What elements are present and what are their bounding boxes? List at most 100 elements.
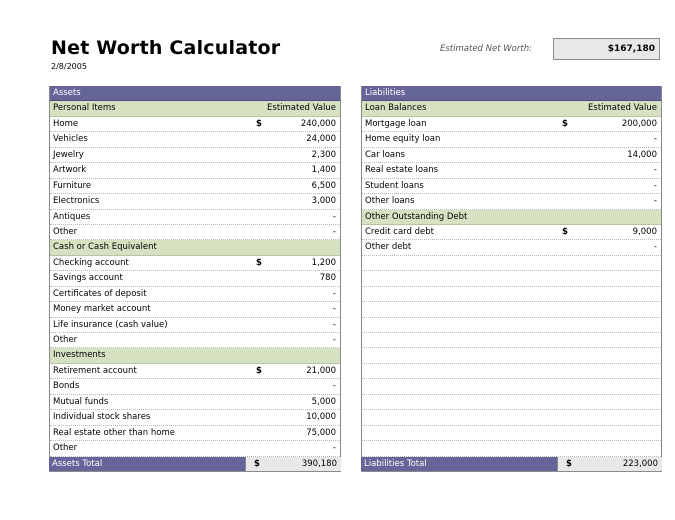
row-label: Money market account <box>53 304 151 315</box>
row-label: Real estate loans <box>365 165 439 176</box>
row-label: Electronics <box>53 196 100 207</box>
liabilities-header-title: Liabilities <box>365 88 406 98</box>
dollar-sign: $ <box>562 226 568 237</box>
row-label: Home equity loan <box>365 134 441 145</box>
value-cell[interactable]: - <box>654 194 657 208</box>
empty-row[interactable] <box>362 333 661 349</box>
value-cell[interactable]: - <box>333 333 336 347</box>
liabilities-total-cell[interactable]: $ 223,000 <box>557 457 662 472</box>
dollar-sign: $ <box>256 257 262 268</box>
value-cell[interactable]: - <box>333 210 336 224</box>
row-label: Bonds <box>53 381 80 392</box>
net-worth-value[interactable]: $167,180 <box>553 38 660 60</box>
assets-total-dollar: $ <box>254 459 260 469</box>
table-row: Certificates of deposit - <box>50 287 340 303</box>
assets-total-row: Assets Total $ 390,180 <box>49 457 341 473</box>
table-row: Home $240,000 <box>50 117 340 133</box>
value-cell[interactable]: 1,400 <box>312 163 336 177</box>
dollar-sign: $ <box>256 118 262 129</box>
row-label: Credit card debt <box>365 226 434 237</box>
section-label: Loan Balances <box>365 103 427 114</box>
row-label: Retirement account <box>53 365 137 376</box>
value-cell[interactable]: 780 <box>320 271 336 285</box>
value-cell[interactable]: 3,000 <box>312 194 336 208</box>
column-header-estimated-value: Estimated Value <box>588 103 657 114</box>
section-label: Cash or Cash Equivalent <box>53 242 157 253</box>
column-header-estimated-value: Estimated Value <box>267 103 336 114</box>
table-row: Home equity loan - <box>362 132 661 148</box>
table-row: Real estate loans - <box>362 163 661 179</box>
dollar-sign: $ <box>562 118 568 129</box>
section-header-row: Personal Items Estimated Value <box>50 101 340 117</box>
table-row: Life insurance (cash value) - <box>50 318 340 333</box>
liabilities-total-row: Liabilities Total $ 223,000 <box>361 457 662 473</box>
row-label: Furniture <box>53 180 92 191</box>
value-cell[interactable]: 2,300 <box>312 148 336 162</box>
row-label: Home <box>53 118 79 129</box>
value-cell[interactable]: 10,000 <box>306 410 336 424</box>
row-label: Mortgage loan <box>365 118 427 129</box>
section-label: Investments <box>53 350 106 361</box>
empty-row[interactable] <box>362 271 661 287</box>
section-header-row: Investments <box>50 348 340 364</box>
row-label: Artwork <box>53 165 87 176</box>
empty-row[interactable] <box>362 441 661 457</box>
date-cell[interactable]: 2/8/2005 <box>51 62 87 71</box>
value-cell[interactable]: - <box>333 302 336 316</box>
row-label: Other <box>53 335 78 345</box>
value-cell[interactable]: 9,000 <box>633 225 657 239</box>
table-row: Checking account $1,200 <box>50 256 340 272</box>
liabilities-total-label: Liabilities Total <box>364 459 427 469</box>
value-cell[interactable]: - <box>333 318 336 332</box>
section-header-row: Loan Balances Estimated Value <box>362 101 661 117</box>
table-row: Bonds - <box>50 379 340 395</box>
value-cell[interactable]: - <box>654 240 657 254</box>
section-header-row: Other Outstanding Debt <box>362 209 661 225</box>
table-row: Vehicles 24,000 <box>50 132 340 148</box>
row-label: Real estate other than home <box>53 427 175 438</box>
empty-row[interactable] <box>362 302 661 318</box>
table-row: Retirement account $21,000 <box>50 364 340 380</box>
value-cell[interactable]: - <box>333 379 336 393</box>
table-row: Individual stock shares 10,000 <box>50 410 340 426</box>
empty-row[interactable] <box>362 348 661 364</box>
net-worth-label: Estimated Net Worth: <box>440 44 532 54</box>
assets-total-cell[interactable]: $ 390,180 <box>245 457 341 472</box>
value-cell[interactable]: 75,000 <box>306 426 336 440</box>
value-cell[interactable]: - <box>654 132 657 146</box>
value-cell[interactable]: 1,200 <box>312 256 336 270</box>
table-row: Other - <box>50 441 340 457</box>
table-row: Other debt - <box>362 240 661 256</box>
value-cell[interactable]: 6,500 <box>312 179 336 193</box>
value-cell[interactable]: - <box>333 441 336 455</box>
value-cell[interactable]: - <box>654 179 657 193</box>
row-label: Other loans <box>365 196 415 207</box>
row-label: Jewelry <box>53 149 84 160</box>
value-cell[interactable]: - <box>333 287 336 301</box>
table-row: Real estate other than home 75,000 <box>50 426 340 442</box>
value-cell[interactable]: 200,000 <box>622 117 657 131</box>
table-row: Money market account - <box>50 302 340 318</box>
assets-header-title: Assets <box>53 88 81 98</box>
value-cell[interactable]: 5,000 <box>312 395 336 409</box>
row-label: Individual stock shares <box>53 412 151 423</box>
empty-row[interactable] <box>362 410 661 426</box>
empty-row[interactable] <box>362 318 661 333</box>
value-cell[interactable]: 240,000 <box>301 117 336 131</box>
section-label: Other Outstanding Debt <box>365 211 468 222</box>
empty-row[interactable] <box>362 287 661 303</box>
empty-row[interactable] <box>362 395 661 411</box>
value-cell[interactable]: 21,000 <box>306 364 336 378</box>
value-cell[interactable]: - <box>333 225 336 239</box>
empty-row[interactable] <box>362 256 661 272</box>
empty-row[interactable] <box>362 379 661 395</box>
value-cell[interactable]: 24,000 <box>306 132 336 146</box>
value-cell[interactable]: 14,000 <box>627 148 657 162</box>
empty-row[interactable] <box>362 426 661 442</box>
table-row: Furniture 6,500 <box>50 179 340 195</box>
empty-row[interactable] <box>362 364 661 380</box>
value-cell[interactable]: - <box>654 163 657 177</box>
liabilities-total-dollar: $ <box>566 459 572 469</box>
assets-header-row: Assets <box>50 86 340 102</box>
table-row: Car loans 14,000 <box>362 148 661 164</box>
